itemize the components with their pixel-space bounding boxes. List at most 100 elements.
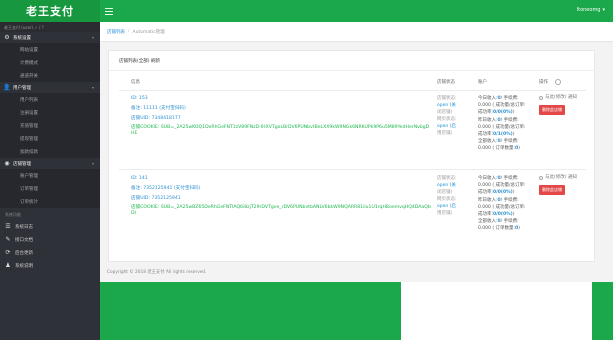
status-label: 店铺状态: — [437, 96, 457, 101]
shop-info: ID: 141 备注: 7352125941 (支付宝扫码) 店铺UID: 73… — [131, 175, 431, 217]
panel-title: 店铺列表(全部) 刷新 — [109, 51, 594, 71]
sidebar-item[interactable]: 账户管理 — [0, 169, 100, 182]
status-value[interactable]: open (启 — [437, 203, 475, 210]
money-line: 0.000 ( 成功量/总订单: — [478, 183, 526, 189]
shop-money: 今日收入:0/ 手续费: 0.000 ( 成功量/总订单: 成功率:0/0(0%… — [478, 175, 538, 233]
chevron-down-icon: ▾ — [91, 85, 94, 90]
sidebar-item[interactable]: 注册设置 — [0, 106, 100, 119]
sidebar-item[interactable]: 提现管理 — [0, 132, 100, 145]
doc-icon: ✎ — [5, 236, 11, 243]
money-line: 0.000 ( 成功量/总订单: — [478, 124, 526, 130]
shop-cookie: 店铺COOKIE: SUB=_2A25wKOQ1DeRhGeFNT1zV89FN… — [131, 125, 430, 136]
money-line: 全部收入:0/ 手续费: — [478, 219, 519, 225]
status-label: 网页状态: — [437, 197, 457, 202]
sidebar-item[interactable]: 计费模式 — [0, 56, 100, 69]
sidebar-item-label: 系统日志 — [15, 224, 33, 230]
column-header-info: 信息 — [131, 80, 140, 85]
checkbox-icon[interactable] — [539, 176, 543, 180]
checkbox-label: 与此(修改) 通知 — [545, 175, 577, 180]
checkbox-label: 与此(修改) 通知 — [545, 95, 577, 100]
money-line: 今日收入:0/ 手续费: — [478, 176, 519, 181]
sidebar-group-label: 店铺管理 — [13, 161, 31, 167]
shop-info: ID: 153 备注: 11111 (支付宝扫码) 店铺UID: 7348418… — [131, 95, 431, 137]
money-line: 成功率:0/0(0%)) — [478, 212, 515, 218]
status-value[interactable]: open (关 — [437, 102, 475, 109]
money-line: 成功率:0/0(0%)) — [478, 190, 515, 196]
row-actions: 与此(修改) 通知 删除此店铺 — [539, 175, 587, 195]
notify-checkbox[interactable]: 与此(修改) 通知 — [539, 175, 587, 181]
money-line: 0.000 ( 订单数量:0) — [478, 226, 520, 232]
money-line: 0.000 ( 成功量/总订单: — [478, 103, 526, 109]
shop-money: 今日收入:0/ 手续费: 0.000 ( 成功量/总订单: 成功率:0/0(0%… — [478, 95, 538, 153]
money-line: 0.000 ( 成功量/总订单: — [478, 204, 526, 210]
table-header: 信息 店铺状态 账户 操作 — [109, 77, 594, 89]
money-line: 0.000 ( 订单数量:0) — [478, 146, 520, 152]
sidebar-item[interactable]: 充值管理 — [0, 119, 100, 132]
breadcrumb-home[interactable]: 店铺列表 — [107, 29, 125, 35]
sidebar-item[interactable]: 订单统计 — [0, 195, 100, 208]
shop-uid: 店铺UID: 7352125941 — [131, 196, 181, 201]
shop-status: 店铺状态: open (关 闭店铺) 网页状态: open (启 用店铺) — [437, 175, 475, 217]
breadcrumb-separator: / — [128, 29, 130, 34]
sidebar-item-update[interactable]: ⟳ 后台更新 — [0, 246, 100, 259]
shop-id: ID: 141 — [131, 176, 148, 181]
gear-icon: ⚙ — [4, 34, 10, 41]
shop-note: 备注: 11111 (支付宝扫码) — [131, 106, 186, 111]
sidebar-group-users[interactable]: 👤 用户管理 ▾ — [0, 82, 100, 93]
status-value: 用店铺) — [437, 211, 453, 216]
column-header-money: 账户 — [478, 80, 487, 85]
delete-shop-button[interactable]: 删除此店铺 — [539, 105, 565, 115]
sidebar-item-label: 系统说明 — [15, 263, 33, 269]
divider — [119, 90, 586, 91]
shop-uid: 店铺UID: 7348418177 — [131, 116, 181, 121]
status-label: 网页状态: — [437, 117, 457, 122]
status-value[interactable]: open (关 — [437, 182, 475, 189]
sidebar-item[interactable]: 加款扣款 — [0, 145, 100, 158]
sidebar-item-logs[interactable]: ☰ 系统日志 — [0, 220, 100, 233]
sidebar-user-info: 老王支付 (user) ✓ / ? — [0, 22, 100, 32]
chevron-down-icon: ▾ — [91, 35, 94, 40]
row-actions: 与此(修改) 通知 删除此店铺 — [539, 95, 587, 115]
status-value[interactable]: open (启 — [437, 123, 475, 130]
sidebar-item-label: 接口文档 — [15, 237, 33, 243]
shop-note: 备注: 7352125941 (支付宝扫码) — [131, 186, 201, 191]
checkbox-icon[interactable] — [539, 96, 543, 100]
money-line: 成功率:0/1(0%)) — [478, 132, 515, 138]
status-value: 闭店铺) — [437, 110, 453, 115]
money-line: 昨日收入:0/ 手续费: — [478, 117, 519, 123]
user-icon: 👤 — [3, 84, 11, 91]
column-header-status: 店铺状态 — [437, 80, 455, 85]
sidebar: 老王支付 (user) ✓ / ? ⚙ 系统设置 ▾ 网站设置 计费模式 通道开… — [0, 22, 100, 340]
update-icon: ⟳ — [5, 249, 11, 256]
sidebar-section-label: 系统功能 — [5, 212, 21, 217]
sidebar-item[interactable]: 订单管理 — [0, 182, 100, 195]
breadcrumb-current: Automatic管理 — [132, 29, 165, 35]
sidebar-item[interactable]: 用户列表 — [0, 93, 100, 106]
notify-checkbox[interactable]: 与此(修改) 通知 — [539, 95, 587, 101]
money-line: 昨日收入:0/ 手续费: — [478, 197, 519, 203]
sidebar-item[interactable]: 网站设置 — [0, 43, 100, 56]
breadcrumb: 店铺列表 / Automatic管理 — [100, 22, 613, 42]
menu-toggle-icon[interactable] — [105, 6, 113, 16]
sidebar-item[interactable]: 通道开关 — [0, 69, 100, 82]
sidebar-item-label: 后台更新 — [15, 250, 33, 256]
sidebar-group-shops[interactable]: ◉ 店铺管理 ▾ — [0, 158, 100, 169]
footer: Copyright © 2018 老王支付 All rights reserve… — [100, 262, 613, 282]
sidebar-group-label: 系统设置 — [13, 35, 31, 41]
delete-shop-button[interactable]: 删除此店铺 — [539, 185, 565, 195]
column-header-ops: 操作 — [539, 80, 548, 85]
chevron-down-icon: ▾ — [91, 161, 94, 166]
blank-area — [401, 282, 592, 340]
money-line: 成功率:0/0(0%)) — [478, 110, 515, 116]
sidebar-item-info[interactable]: ♟ 系统说明 — [0, 259, 100, 272]
select-all-checkbox[interactable] — [555, 79, 561, 85]
logo[interactable]: 老王支付 — [0, 0, 100, 22]
user-menu[interactable]: Itoneomg ▾ — [577, 7, 605, 13]
money-line: 今日收入:0/ 手续费: — [478, 96, 519, 101]
user-name: Itoneomg — [576, 7, 601, 13]
sidebar-group-system[interactable]: ⚙ 系统设置 ▾ — [0, 32, 100, 43]
info-icon: ♟ — [5, 262, 11, 269]
sidebar-item-docs[interactable]: ✎ 接口文档 — [0, 233, 100, 246]
status-value: 闭店铺) — [437, 190, 453, 195]
shop-list-panel: 店铺列表(全部) 刷新 信息 店铺状态 账户 操作 ID: 153 备注: 11… — [108, 50, 595, 262]
